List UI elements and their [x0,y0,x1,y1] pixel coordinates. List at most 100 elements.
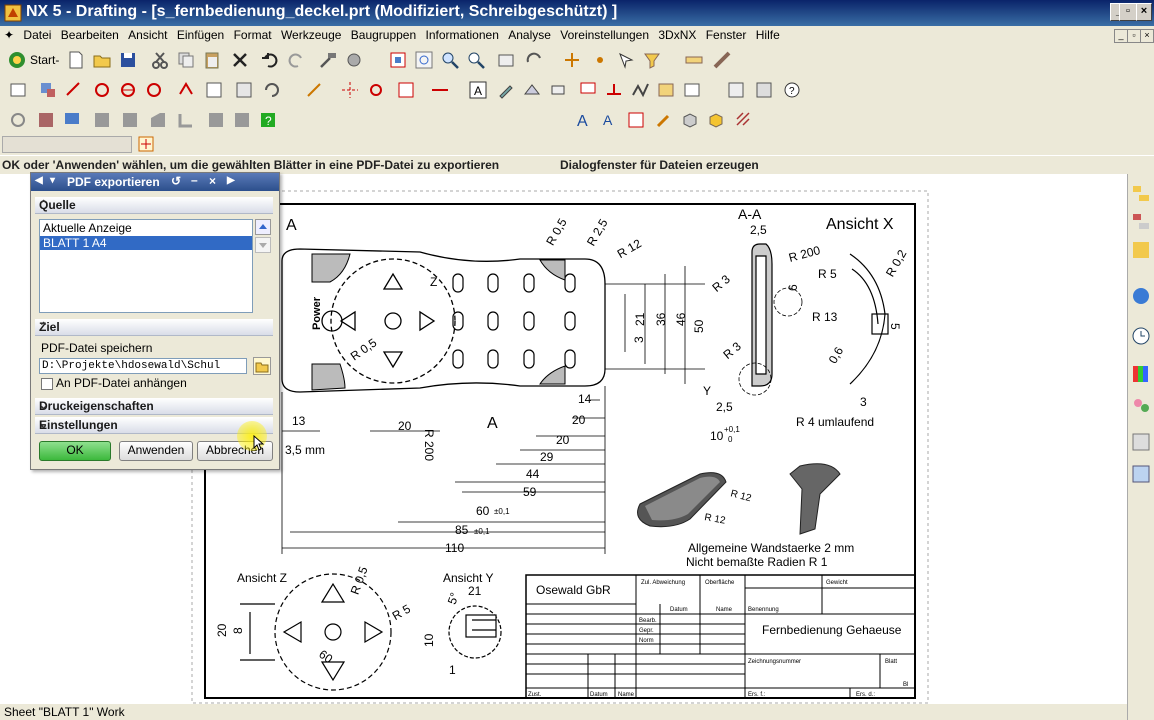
list-item[interactable]: Aktuelle Anzeige [40,220,252,236]
browse-folder-icon[interactable] [253,357,271,375]
list-down-button[interactable] [255,237,271,253]
table-icon[interactable] [682,80,702,100]
offset-icon[interactable] [430,80,450,100]
pan-icon[interactable] [496,50,516,70]
section-view-icon[interactable] [118,80,138,100]
projected-view-icon[interactable] [64,80,84,100]
part-navigator-icon[interactable] [1131,240,1151,260]
zoom-window-icon[interactable] [414,50,434,70]
revolved-section-icon[interactable] [176,80,196,100]
dimension-style-icon[interactable]: A [600,110,620,130]
redo-icon[interactable] [286,50,306,70]
delete-icon[interactable] [230,50,250,70]
close-window-button[interactable]: × [1136,3,1152,21]
hatch-pattern-icon[interactable] [734,110,754,130]
copy-icon[interactable] [176,50,196,70]
point-icon[interactable] [590,50,610,70]
doc-restore-button[interactable]: ▫ [1127,29,1141,43]
menu-voreinstellungen[interactable]: Voreinstellungen [557,26,652,42]
document-menu-icon[interactable]: ✦ [0,26,17,42]
menu-einfuegen[interactable]: Einfügen [174,26,227,42]
chevron-right-icon[interactable]: ▶ [227,175,235,186]
menu-werkzeuge[interactable]: Werkzeuge [278,26,344,42]
filter-icon[interactable] [642,50,662,70]
update-views-icon[interactable] [262,80,282,100]
half-section-icon[interactable] [144,80,164,100]
help-icon[interactable]: ? [782,80,802,100]
list-item-selected[interactable]: BLATT 1 A4 [40,236,252,250]
label-icon[interactable] [578,80,598,100]
save-icon[interactable] [118,50,138,70]
type-filter-dropdown[interactable] [2,136,132,153]
magnify-icon[interactable] [466,50,486,70]
menu-fenster[interactable]: Fenster [703,26,750,42]
web-browser-icon[interactable] [1131,286,1151,306]
base-view-icon[interactable] [38,80,58,100]
cut-icon[interactable] [150,50,170,70]
menu-hilfe[interactable]: Hilfe [753,26,783,42]
section-source[interactable]: Quelle ⌃ [35,197,273,214]
corner-icon[interactable] [176,110,196,130]
hammer-icon[interactable] [318,50,338,70]
zoom-icon[interactable] [440,50,460,70]
crosshatch-icon[interactable] [396,80,416,100]
start-button[interactable]: Start- [8,50,60,70]
snap-point-icon[interactable] [138,136,154,152]
text-style-icon[interactable]: A [574,110,594,130]
break-view-icon[interactable] [204,80,224,100]
feature-control-icon[interactable] [522,80,542,100]
collapse-icon[interactable]: ▾ [50,175,55,186]
section-settings[interactable]: Einstellungen ⌄ [35,417,273,434]
apply-button[interactable]: Anwenden [119,441,193,461]
paste-icon[interactable] [202,50,222,70]
menu-analyse[interactable]: Analyse [505,26,554,42]
open-folder-icon[interactable] [92,50,112,70]
view-select-icon[interactable] [62,110,82,130]
menu-baugruppen[interactable]: Baugruppen [348,26,419,42]
reset-icon[interactable]: ↺ [171,174,181,188]
pdf-path-input[interactable] [39,358,247,374]
edit-text-icon[interactable] [496,80,516,100]
view-dependent-edit-icon[interactable] [234,80,254,100]
menu-3dxnx[interactable]: 3DxNX [655,26,699,42]
new-sheet-icon[interactable] [8,80,28,100]
constraint-navigator-icon[interactable] [1131,212,1151,232]
rotate-icon[interactable] [524,50,544,70]
history-icon[interactable] [1131,326,1151,346]
tools-icon[interactable] [344,50,364,70]
menu-bearbeiten[interactable]: Bearbeiten [58,26,122,42]
arc-icon[interactable] [148,110,168,130]
sketch-rotate-icon[interactable] [8,110,28,130]
image-icon[interactable] [656,80,676,100]
assembly-navigator-icon[interactable] [1131,184,1151,204]
roles-icon[interactable] [1131,396,1151,416]
close-dialog-icon[interactable]: × [209,174,216,188]
finish-sketch-icon[interactable]: ? [258,110,278,130]
surface-finish-icon[interactable] [630,80,650,100]
menu-ansicht[interactable]: Ansicht [125,26,170,42]
profile-icon[interactable] [92,110,112,130]
append-checkbox[interactable] [41,378,53,390]
undo-icon[interactable] [260,50,280,70]
palette-icon[interactable] [1131,364,1151,384]
select-icon[interactable] [616,50,636,70]
datum-icon[interactable] [548,80,568,100]
detail-view-icon[interactable] [92,80,112,100]
measure-icon[interactable] [684,50,704,70]
utility-icon[interactable] [304,80,324,100]
line-icon[interactable] [120,110,140,130]
list-up-button[interactable] [255,219,271,235]
doc-minimize-button[interactable]: _ [1114,29,1128,43]
system-materials-icon[interactable] [1131,432,1151,452]
dialog-titlebar[interactable]: ◀ ▾ PDF exportieren ↺ – × ▶ [31,173,279,191]
menu-format[interactable]: Format [231,26,275,42]
rect-icon[interactable] [206,110,226,130]
new-file-icon[interactable] [66,50,86,70]
snap-icon[interactable] [562,50,582,70]
section-target[interactable]: Ziel ⌃ [35,319,273,336]
menu-informationen[interactable]: Informationen [423,26,502,42]
chevron-left-icon[interactable]: ◀ [35,175,43,186]
source-list[interactable]: Aktuelle Anzeige BLATT 1 A4 [39,219,253,313]
doc-close-button[interactable]: × [1140,29,1154,43]
ok-button[interactable]: OK [39,441,111,461]
